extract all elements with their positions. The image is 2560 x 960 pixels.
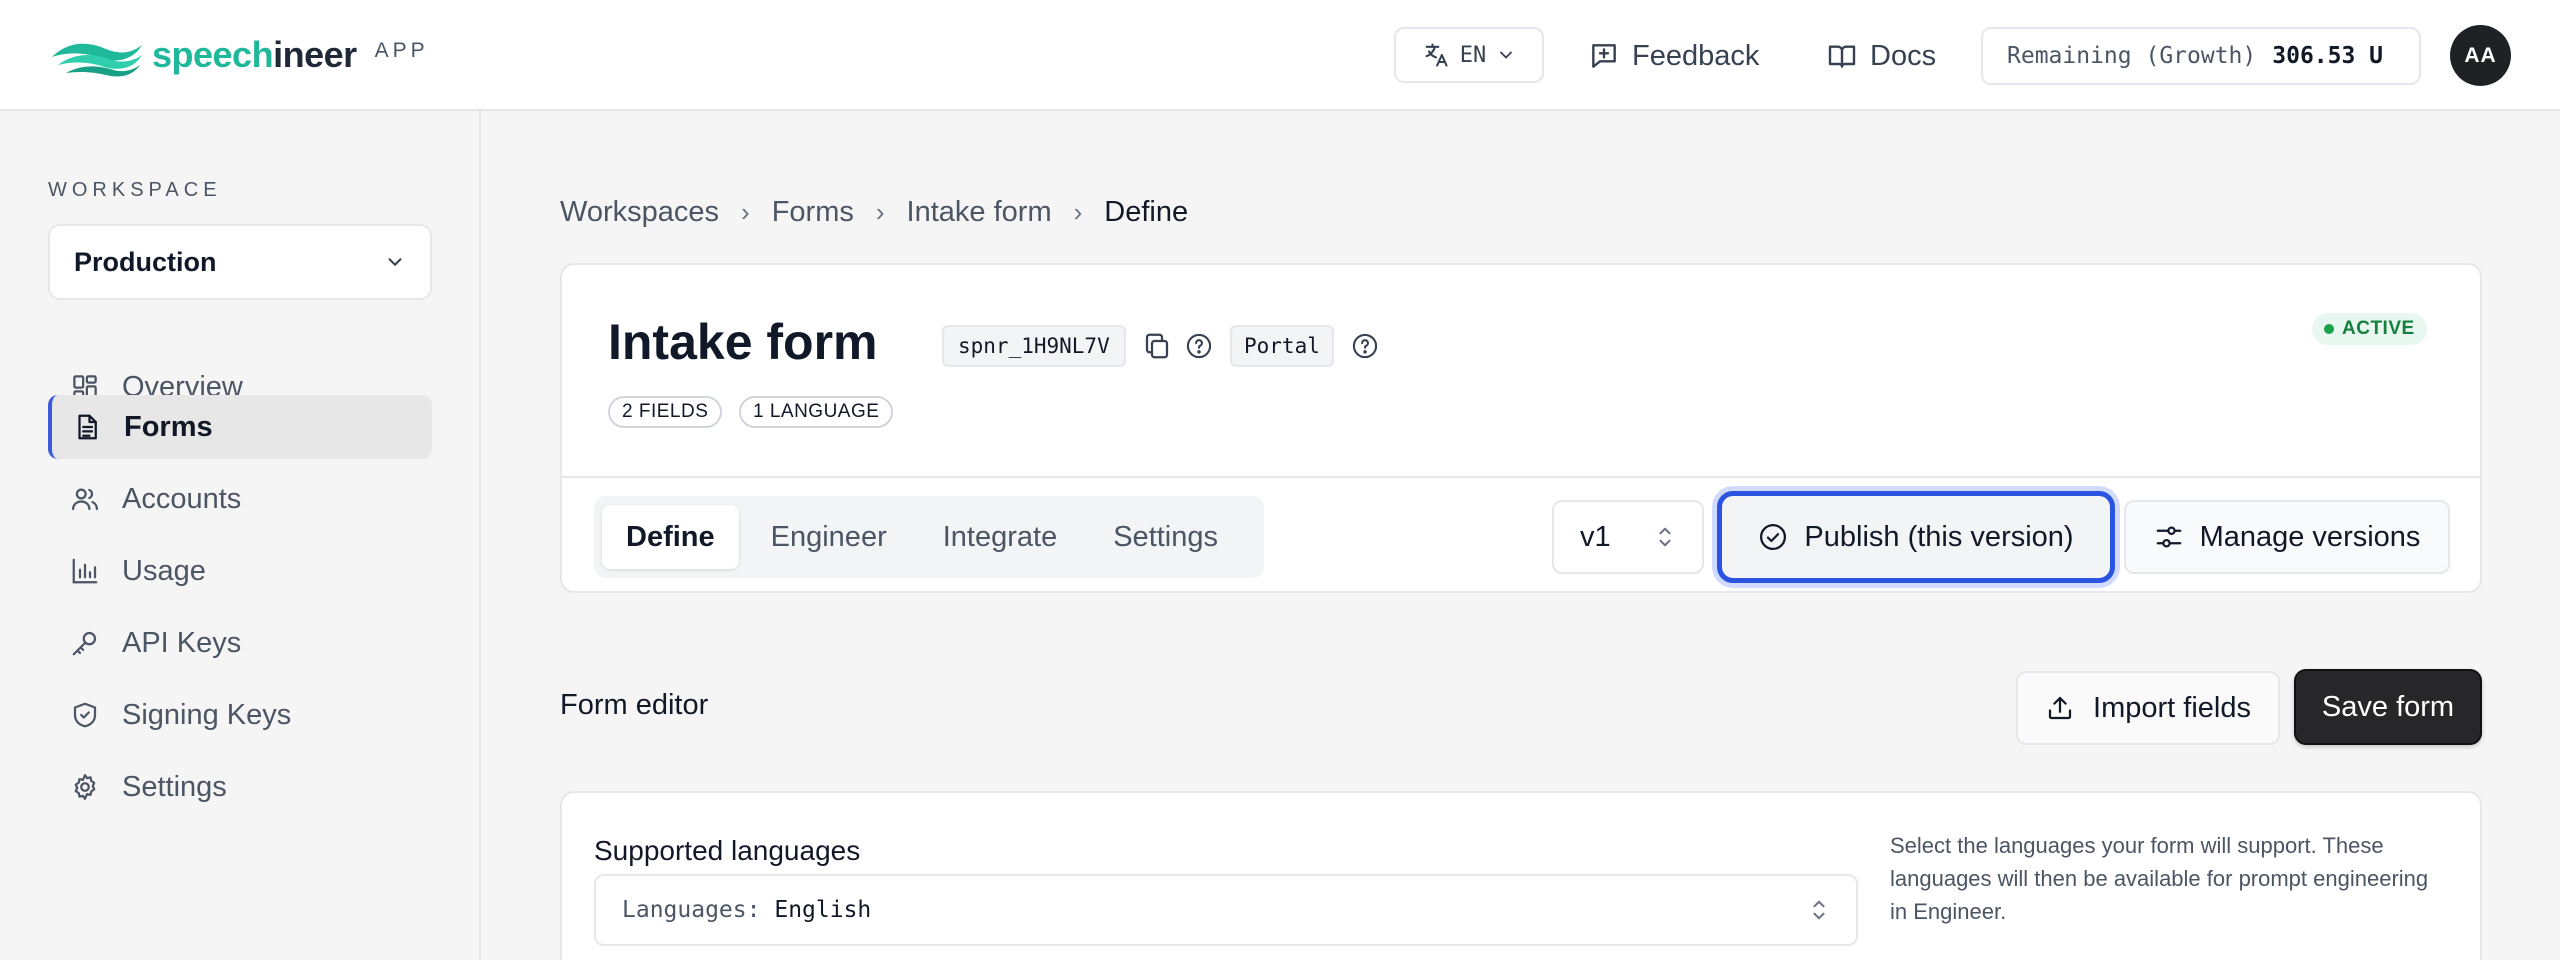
users-icon (72, 488, 98, 511)
breadcrumb-item-current: Define (1104, 195, 1189, 228)
chevron-down-icon (1500, 51, 1513, 59)
sidebar-item-label: Accounts (122, 482, 242, 515)
form-id-help-button[interactable] (1182, 329, 1216, 363)
language-code: EN (1459, 42, 1487, 68)
chevron-right-icon: › (875, 196, 885, 227)
save-form-button[interactable]: Save form (2294, 669, 2482, 745)
form-id-chip: spnr_1H9NL7V (942, 325, 1126, 367)
sidebar-item-signing-keys[interactable]: Signing Keys (48, 683, 432, 747)
feedback-label: Feedback (1632, 39, 1760, 72)
sidebar-item-label: Signing Keys (122, 698, 292, 731)
app-logo[interactable]: speechineer APP (48, 30, 429, 80)
channel-chip: Portal (1230, 325, 1334, 367)
sidebar-item-label: Forms (124, 410, 213, 443)
feedback-link[interactable]: Feedback (1588, 30, 1759, 82)
publish-version-button[interactable]: Publish (this version) (1717, 491, 2115, 583)
publish-label: Publish (this version) (1804, 520, 2074, 553)
user-avatar[interactable]: AA (2450, 25, 2511, 86)
docs-label: Docs (1870, 39, 1937, 72)
form-header-card: Intake form spnr_1H9NL7V Portal 2 FIELDS… (560, 263, 2482, 593)
remaining-value: 306.53 U (2272, 43, 2384, 69)
chevron-right-icon: › (1073, 196, 1083, 227)
remaining-label: Remaining (Growth) (2007, 43, 2257, 69)
workspace-select[interactable]: Production (48, 224, 432, 300)
chevron-down-icon (388, 258, 402, 267)
top-header: speechineer APP EN Feedback Docs Remaini… (0, 0, 2560, 111)
shield-icon (73, 702, 97, 728)
sidebar-item-label: API Keys (122, 626, 242, 659)
breadcrumb-item-workspaces[interactable]: Workspaces (560, 196, 719, 229)
supported-languages-label: Supported languages (594, 835, 861, 866)
document-icon (78, 414, 97, 440)
brand-suffix: APP (374, 39, 429, 62)
help-circle-icon (1186, 333, 1212, 359)
docs-link[interactable]: Docs (1826, 30, 1936, 82)
sidebar-item-usage[interactable]: Usage (48, 539, 432, 603)
fields-count-badge: 2 FIELDS (608, 396, 723, 428)
bar-chart-icon (72, 558, 98, 584)
copy-id-button[interactable] (1140, 329, 1174, 363)
tab-define[interactable]: Define (602, 505, 739, 569)
status-label: ACTIVE (2342, 318, 2415, 339)
languages-count-badge: 1 LANGUAGE (739, 396, 894, 428)
sidebar-item-label: Usage (122, 554, 206, 587)
breadcrumb-item-intake-form[interactable]: Intake form (907, 196, 1052, 229)
sidebar: WORKSPACE Production Overview Forms Acco… (0, 111, 481, 960)
sliders-icon (2156, 526, 2181, 548)
breadcrumb: Workspaces › Forms › Intake form › Defin… (560, 192, 1188, 232)
languages-select-text: Languages: English (622, 897, 871, 923)
status-badge: ACTIVE (2312, 313, 2427, 345)
workspace-label: WORKSPACE (48, 179, 222, 201)
sidebar-item-api-keys[interactable]: API Keys (48, 611, 432, 675)
brand-name: speechineer (152, 34, 357, 76)
languages-value: English (774, 897, 872, 923)
translate-icon (1425, 43, 1448, 67)
brand-name-part2: ineer (273, 34, 357, 75)
tab-engineer[interactable]: Engineer (747, 505, 911, 569)
import-fields-button[interactable]: Import fields (2016, 671, 2280, 745)
languages-select[interactable]: Languages: English (594, 874, 1858, 946)
chevron-right-icon: › (741, 196, 750, 227)
form-editor-title: Form editor (560, 689, 709, 721)
form-tabs: Define Engineer Integrate Settings (594, 496, 1264, 578)
sidebar-item-label: Settings (122, 770, 227, 803)
form-editor-card: Supported languages Languages: English S… (560, 791, 2482, 960)
channel-help-button[interactable] (1348, 329, 1382, 363)
key-icon (72, 631, 97, 656)
upload-icon (2048, 696, 2072, 720)
remaining-credits: Remaining (Growth) 306.53 U (1981, 27, 2421, 85)
tab-settings[interactable]: Settings (1089, 505, 1242, 569)
logo-waves-icon (52, 43, 142, 77)
language-selector[interactable]: EN (1394, 27, 1544, 83)
chevron-up-down-icon (1813, 900, 1825, 920)
sidebar-item-accounts[interactable]: Accounts (48, 467, 432, 531)
version-select[interactable]: v1 (1552, 500, 1704, 574)
languages-prefix: Languages: (622, 897, 761, 923)
languages-help-text: Select the languages your form will supp… (1890, 833, 2429, 924)
help-circle-icon (1352, 333, 1378, 359)
sidebar-item-forms[interactable]: Forms (48, 395, 432, 459)
gear-icon (74, 774, 96, 800)
version-value: v1 (1580, 520, 1611, 553)
breadcrumb-item-forms[interactable]: Forms (772, 196, 854, 229)
page-title: Intake form (608, 314, 878, 370)
card-divider (562, 476, 2480, 478)
workspace-selected: Production (74, 246, 217, 277)
import-label: Import fields (2093, 691, 2251, 724)
status-dot-icon (2324, 324, 2334, 334)
sidebar-item-settings[interactable]: Settings (48, 755, 432, 819)
tab-integrate[interactable]: Integrate (919, 505, 1081, 569)
feedback-icon (1592, 44, 1616, 68)
manage-versions-button[interactable]: Manage versions (2124, 500, 2450, 574)
brand-name-part1: speech (152, 34, 274, 75)
copy-icon (1145, 333, 1169, 359)
chevron-up-down-icon (1659, 527, 1671, 547)
manage-label: Manage versions (2199, 520, 2421, 553)
check-circle-icon (1760, 524, 1787, 550)
book-icon (1828, 45, 1856, 68)
